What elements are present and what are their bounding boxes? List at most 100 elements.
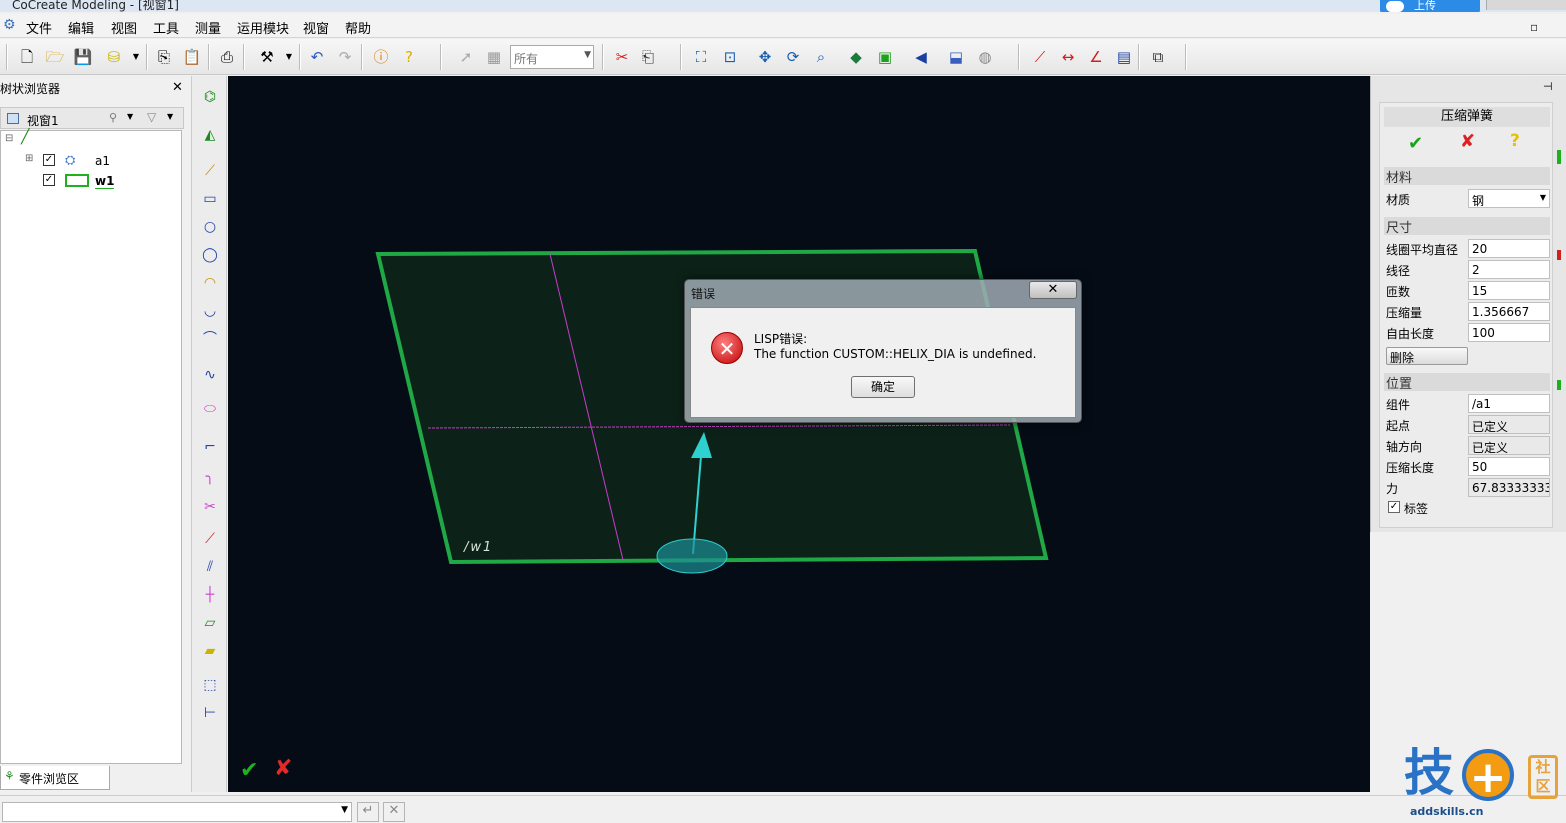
view-selector[interactable]: 视窗1 ⚲ ▼ ▽ ▼: [0, 107, 184, 129]
section-view-icon[interactable]: ⬓: [946, 47, 966, 67]
menu-help[interactable]: 帮助: [345, 18, 371, 37]
chevron-down-icon[interactable]: ▼: [167, 112, 173, 121]
tree-checkbox-w1[interactable]: ✓: [43, 174, 55, 186]
frame-icon[interactable]: ⬚: [199, 674, 221, 696]
extrude-icon[interactable]: ▱: [199, 612, 221, 634]
menu-measure[interactable]: 测量: [195, 18, 221, 37]
turns-field[interactable]: 15: [1468, 281, 1550, 300]
paste-icon[interactable]: 📋: [182, 47, 202, 67]
undo-icon[interactable]: ↶: [307, 47, 327, 67]
expand-icon[interactable]: ⊞: [25, 153, 33, 164]
shaded-view-icon[interactable]: ◆: [846, 47, 866, 67]
menu-tools[interactable]: 工具: [153, 18, 179, 37]
app-gear-icon[interactable]: ⚙: [3, 18, 17, 32]
arc-icon[interactable]: ◠: [199, 272, 221, 294]
delete-button[interactable]: 删除: [1386, 347, 1468, 365]
compression-field[interactable]: 1.356667: [1468, 302, 1550, 321]
binoculars-icon[interactable]: ⚲: [109, 111, 117, 124]
new-file-icon[interactable]: 🗋: [17, 47, 37, 67]
dropdown-arrow-icon[interactable]: ▼: [279, 47, 299, 67]
measure-length-icon[interactable]: ↔: [1058, 47, 1078, 67]
chevron-down-icon[interactable]: ▼: [341, 805, 348, 815]
select-arrow-icon[interactable]: ➚: [456, 47, 476, 67]
redo-icon[interactable]: ↷: [335, 47, 355, 67]
rectangle-icon[interactable]: ▭: [199, 188, 221, 210]
window-controls[interactable]: [1486, 0, 1566, 10]
axis-direction-field[interactable]: 已定义: [1468, 436, 1550, 455]
selection-filter-icon[interactable]: ▦: [484, 47, 504, 67]
arc-3pt-icon[interactable]: ◡: [199, 300, 221, 322]
tree-item-w1[interactable]: w1: [95, 174, 115, 189]
rotate-view-icon[interactable]: ⟳: [783, 47, 803, 67]
delete-select-icon[interactable]: ✂: [612, 47, 632, 67]
material-select[interactable]: 钢 ▼: [1468, 189, 1550, 208]
hierarchy-icon[interactable]: ⌬: [199, 86, 221, 108]
chevron-down-icon[interactable]: ▼: [127, 112, 133, 121]
help-icon[interactable]: ?: [1510, 131, 1520, 151]
fit-view-icon[interactable]: ⛶: [691, 47, 711, 67]
save-icon[interactable]: 💾: [73, 47, 93, 67]
calculator-icon[interactable]: ▤: [1114, 47, 1134, 67]
filter-icon[interactable]: ▽: [147, 110, 156, 124]
clear-icon[interactable]: ✕: [383, 802, 405, 822]
cancel-x-icon[interactable]: ✘: [274, 756, 292, 781]
copy-icon[interactable]: ⎘: [154, 47, 174, 67]
zoom-icon[interactable]: ⌕: [811, 47, 831, 67]
label-checkbox[interactable]: ✓: [1388, 501, 1400, 513]
ok-button[interactable]: 确定: [851, 376, 915, 398]
tree-item-a1[interactable]: a1: [95, 154, 110, 168]
enter-icon[interactable]: ↵: [357, 802, 379, 822]
measure-angle-icon[interactable]: ∠: [1086, 47, 1106, 67]
cancel-x-icon[interactable]: ✘: [1460, 131, 1475, 152]
measure-distance-icon[interactable]: ⟋: [1030, 47, 1050, 67]
menu-edit[interactable]: 编辑: [68, 18, 94, 37]
tangent-arc-icon[interactable]: ⌒: [199, 328, 221, 350]
menu-file[interactable]: 文件: [26, 18, 52, 37]
3d-viewport[interactable]: /w1 ✔ ✘: [228, 76, 1370, 792]
help-icon[interactable]: ?: [399, 47, 419, 67]
command-input[interactable]: ▼: [2, 802, 352, 822]
load-part-icon[interactable]: ⛁: [104, 47, 124, 67]
tree-checkbox-a1[interactable]: ✓: [43, 154, 55, 166]
fillet-icon[interactable]: ╮: [199, 466, 221, 488]
compressed-length-field[interactable]: 50: [1468, 457, 1550, 476]
trim-icon[interactable]: ✂: [199, 496, 221, 518]
extrude-solid-icon[interactable]: ▰: [199, 640, 221, 662]
dimension-icon[interactable]: ⊢: [199, 702, 221, 724]
menu-modules[interactable]: 运用模块: [237, 18, 289, 37]
mean-coil-diameter-field[interactable]: 20: [1468, 239, 1550, 258]
zoom-window-icon[interactable]: ⊡: [720, 47, 740, 67]
open-folder-icon[interactable]: 🗁: [45, 47, 65, 67]
workplane-view-icon[interactable]: ▣: [875, 47, 895, 67]
selection-filter-select[interactable]: 所有 ▼: [510, 45, 594, 69]
pan-icon[interactable]: ✥: [755, 47, 775, 67]
upload-button[interactable]: 上传: [1380, 0, 1480, 12]
start-point-field[interactable]: 已定义: [1468, 415, 1550, 434]
parallel-line-icon[interactable]: ⫽: [199, 556, 221, 578]
menu-view[interactable]: 视图: [111, 18, 137, 37]
properties-icon[interactable]: ⧉: [1148, 47, 1168, 67]
component-field[interactable]: /a1: [1468, 394, 1550, 413]
spring-start-disc[interactable]: [656, 538, 728, 574]
dropdown-arrow-icon[interactable]: ▼: [126, 47, 146, 67]
wire-diameter-field[interactable]: 2: [1468, 260, 1550, 279]
pick-icon[interactable]: ⎗: [638, 47, 658, 67]
cross-line-icon[interactable]: ┼: [199, 584, 221, 606]
free-length-field[interactable]: 100: [1468, 323, 1550, 342]
pin-icon[interactable]: ⊣: [1543, 80, 1553, 93]
spline-icon[interactable]: ∿: [199, 364, 221, 386]
circle-3pt-icon[interactable]: ◯: [199, 244, 221, 266]
menu-window[interactable]: 视窗: [303, 18, 329, 37]
corner-icon[interactable]: ⌐: [199, 436, 221, 458]
dialog-close-button[interactable]: ✕: [1029, 281, 1077, 299]
settings-icon[interactable]: ⚒: [257, 47, 277, 67]
close-icon[interactable]: ✕: [172, 80, 183, 95]
circle-icon[interactable]: ○: [199, 216, 221, 238]
confirm-check-icon[interactable]: ✔: [1408, 133, 1423, 154]
mdi-restore-icon[interactable]: ▫: [1530, 20, 1538, 34]
workplane-create-icon[interactable]: ◭: [199, 124, 221, 146]
confirm-check-icon[interactable]: ✔: [240, 758, 258, 783]
print-icon[interactable]: ⎙: [217, 47, 237, 67]
part-browser-tab[interactable]: ⚘ 零件浏览区: [0, 766, 110, 790]
render-icon[interactable]: ◍: [975, 47, 995, 67]
